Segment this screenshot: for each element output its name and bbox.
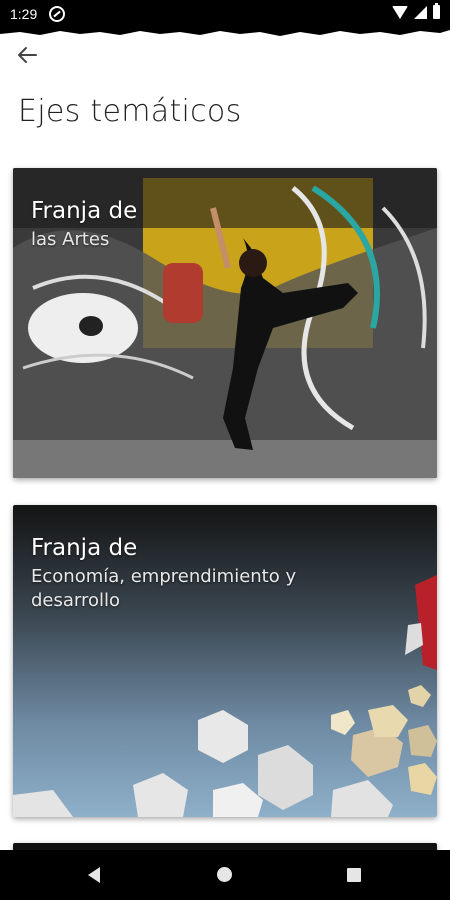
battery-icon (433, 3, 440, 19)
status-icons (392, 3, 440, 19)
status-bar: 1:29 (0, 0, 450, 28)
back-triangle-icon[interactable] (88, 867, 100, 883)
card-artes[interactable]: Franja de las Artes (13, 168, 437, 478)
card-heading: Franja de (31, 198, 138, 224)
card-economia[interactable]: Franja de Economía, emprendimiento y des… (13, 505, 437, 817)
do-not-disturb-icon (49, 6, 65, 22)
status-time: 1:29 (10, 6, 38, 22)
back-button[interactable] (14, 42, 40, 68)
navigation-bar (0, 850, 450, 900)
card-heading: Franja de (31, 535, 138, 561)
card-subtitle: Economía, emprendimiento y desarrollo (31, 566, 297, 611)
signal-icon (414, 5, 427, 19)
recents-square-icon[interactable] (347, 868, 361, 882)
page-title: Ejes temáticos (18, 94, 242, 129)
brush-stroke-divider (0, 26, 450, 36)
arrow-left-icon (18, 47, 37, 63)
home-circle-icon[interactable] (217, 867, 232, 882)
card-subtitle: las Artes (31, 229, 110, 250)
wifi-icon (392, 5, 408, 19)
